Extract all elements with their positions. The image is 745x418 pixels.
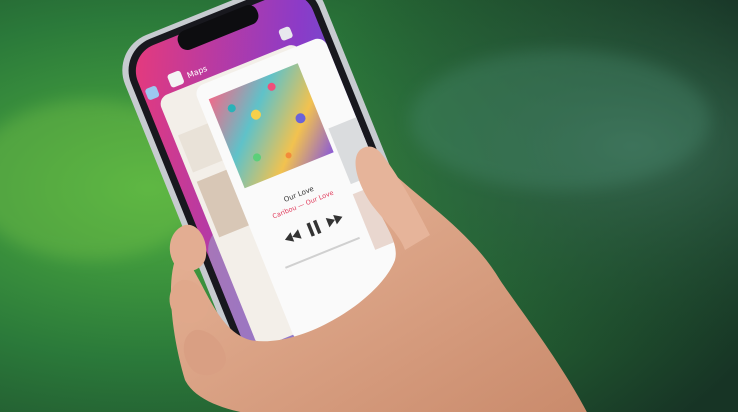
bokeh-light <box>410 50 710 190</box>
photo-scene: Maps Our Love Caribou — Our Love <box>0 0 745 418</box>
edge-border <box>0 412 745 418</box>
edge-border <box>738 0 745 418</box>
